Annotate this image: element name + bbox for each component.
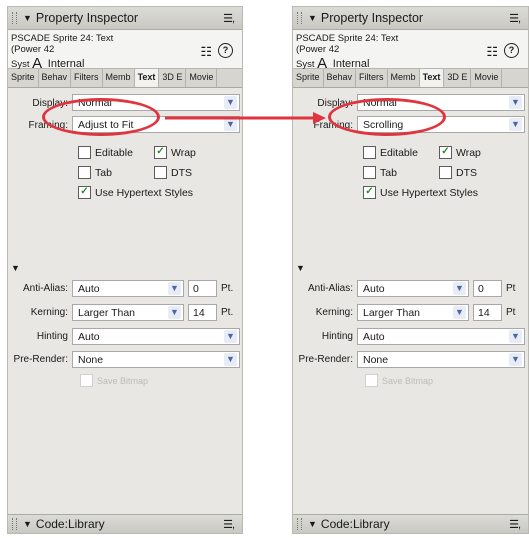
annotation-arrow (165, 112, 326, 124)
arrow-head-icon (313, 112, 326, 124)
